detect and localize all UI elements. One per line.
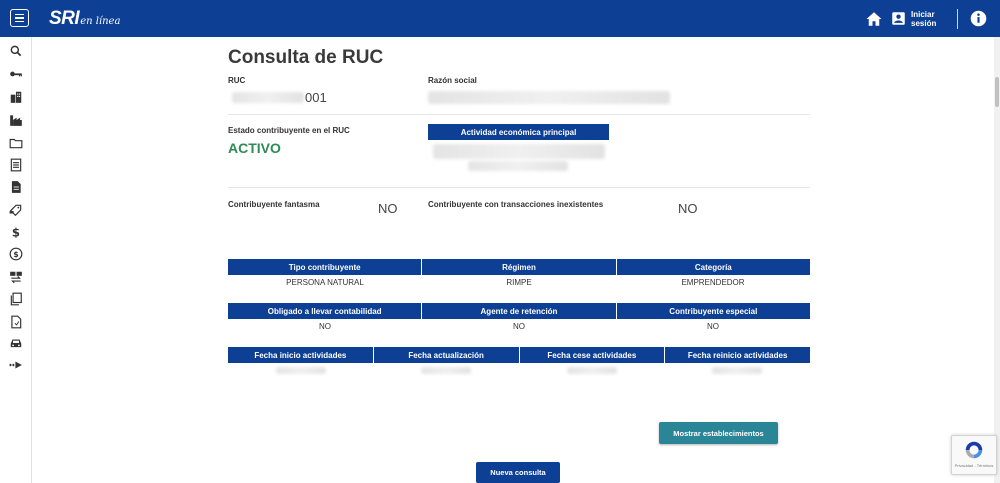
table-row bbox=[228, 363, 810, 377]
table-obligaciones: Obligado a llevar contabilidad Agente de… bbox=[228, 303, 810, 333]
cell-fecha-inicio bbox=[228, 363, 374, 377]
header-agente-retencion: Agente de retención bbox=[422, 303, 617, 319]
header-divider bbox=[957, 8, 958, 29]
info-icon[interactable] bbox=[970, 10, 987, 27]
cell-regimen: RIMPE bbox=[506, 277, 532, 287]
table-row: PERSONA NATURAL RIMPE EMPRENDEDOR bbox=[228, 275, 810, 289]
recaptcha-footer: Privacidad - Términos bbox=[954, 463, 994, 468]
cell-fecha-actualizacion bbox=[374, 363, 520, 377]
estado-value: ACTIVO bbox=[228, 140, 281, 156]
header-categoria: Categoría bbox=[616, 259, 810, 275]
divider-1 bbox=[228, 114, 810, 115]
search-icon[interactable] bbox=[8, 43, 24, 59]
tag-icon[interactable] bbox=[8, 202, 24, 218]
nueva-consulta-button[interactable]: Nueva consulta bbox=[476, 462, 560, 483]
divider-2 bbox=[228, 187, 810, 188]
actividad-redacted-1 bbox=[433, 144, 605, 159]
fantasma-label: Contribuyente fantasma bbox=[228, 200, 320, 209]
logo-main-text: SRI bbox=[49, 8, 80, 29]
cell-tipo-contribuyente: PERSONA NATURAL bbox=[286, 277, 364, 287]
cell-fecha-cese bbox=[519, 363, 665, 377]
header-tipo-contribuyente: Tipo contribuyente bbox=[228, 259, 423, 275]
mostrar-establecimientos-button[interactable]: Mostrar establecimientos bbox=[659, 422, 778, 444]
ruc-label: RUC bbox=[228, 76, 246, 85]
document-icon[interactable] bbox=[8, 179, 24, 195]
razon-social-redacted bbox=[428, 91, 670, 104]
menu-icon[interactable] bbox=[10, 9, 29, 27]
car-icon[interactable] bbox=[8, 335, 24, 351]
recaptcha-icon bbox=[965, 441, 983, 459]
header-regimen: Régimen bbox=[422, 259, 617, 275]
razon-social-label: Razón social bbox=[428, 76, 477, 85]
page-title: Consulta de RUC bbox=[228, 47, 384, 68]
cell-categoria: EMPRENDEDOR bbox=[681, 277, 745, 287]
dollar-icon[interactable]: $ bbox=[8, 224, 24, 240]
ruc-redacted bbox=[232, 92, 304, 103]
actividad-redacted-2 bbox=[468, 161, 568, 171]
svg-text:$: $ bbox=[12, 226, 20, 239]
logo-sub-text: en línea bbox=[80, 16, 121, 27]
header-fecha-actualizacion: Fecha actualización bbox=[373, 347, 520, 363]
inexistentes-label: Contribuyente con transacciones inexiste… bbox=[428, 200, 604, 209]
sidebar: $ $ bbox=[0, 37, 32, 483]
ruc-value-suffix: 001 bbox=[305, 90, 327, 105]
document-list-icon[interactable] bbox=[8, 157, 24, 173]
table-tipo-regimen: Tipo contribuyente Régimen Categoría PER… bbox=[228, 259, 810, 289]
copy-icon[interactable] bbox=[8, 291, 24, 307]
estado-label: Estado contribuyente en el RUC bbox=[228, 126, 350, 135]
header-obligado-contabilidad: Obligado a llevar contabilidad bbox=[228, 303, 423, 319]
header-contribuyente-especial: Contribuyente especial bbox=[616, 303, 810, 319]
scrollbar-thumb[interactable] bbox=[995, 77, 999, 107]
login-button[interactable]: Iniciar sesión bbox=[891, 10, 937, 28]
sri-logo[interactable]: SRI en línea bbox=[49, 8, 120, 30]
actividad-header: Actividad económica principal bbox=[428, 124, 609, 140]
user-card-icon bbox=[892, 12, 905, 25]
header-fecha-reinicio: Fecha reinicio actividades bbox=[665, 347, 810, 363]
header-fecha-cese: Fecha cese actividades bbox=[519, 347, 666, 363]
factory-icon[interactable] bbox=[8, 112, 24, 128]
fantasma-value: NO bbox=[378, 201, 398, 216]
folder-icon[interactable] bbox=[8, 135, 24, 151]
cell-contribuyente-especial: NO bbox=[707, 321, 719, 331]
coin-icon[interactable]: $ bbox=[8, 246, 24, 262]
login-label: Iniciar sesión bbox=[911, 9, 937, 28]
top-bar: SRI en línea Iniciar sesión bbox=[0, 0, 1000, 37]
inexistentes-value: NO bbox=[678, 201, 698, 216]
header-fecha-inicio: Fecha inicio actividades bbox=[228, 347, 374, 363]
home-icon[interactable] bbox=[865, 10, 883, 28]
exchange-icon[interactable] bbox=[8, 269, 24, 285]
table-header-row: Fecha inicio actividades Fecha actualiza… bbox=[228, 347, 810, 363]
recaptcha-badge[interactable]: Privacidad - Términos bbox=[951, 435, 997, 475]
cell-fecha-reinicio bbox=[665, 363, 811, 377]
top-right-actions: Iniciar sesión bbox=[865, 0, 1000, 37]
table-fechas: Fecha inicio actividades Fecha actualiza… bbox=[228, 347, 810, 377]
cell-agente-retencion: NO bbox=[513, 321, 525, 331]
svg-text:$: $ bbox=[13, 250, 18, 259]
table-row: NO NO NO bbox=[228, 319, 810, 333]
buildings-icon[interactable] bbox=[8, 89, 24, 105]
table-header-row: Tipo contribuyente Régimen Categoría bbox=[228, 259, 810, 275]
cell-obligado-contabilidad: NO bbox=[319, 321, 331, 331]
key-icon[interactable] bbox=[8, 66, 24, 82]
table-header-row: Obligado a llevar contabilidad Agente de… bbox=[228, 303, 810, 319]
arrow-right-icon[interactable] bbox=[8, 357, 24, 373]
page-scrollbar[interactable] bbox=[994, 37, 1000, 483]
file-icon[interactable] bbox=[8, 314, 24, 330]
